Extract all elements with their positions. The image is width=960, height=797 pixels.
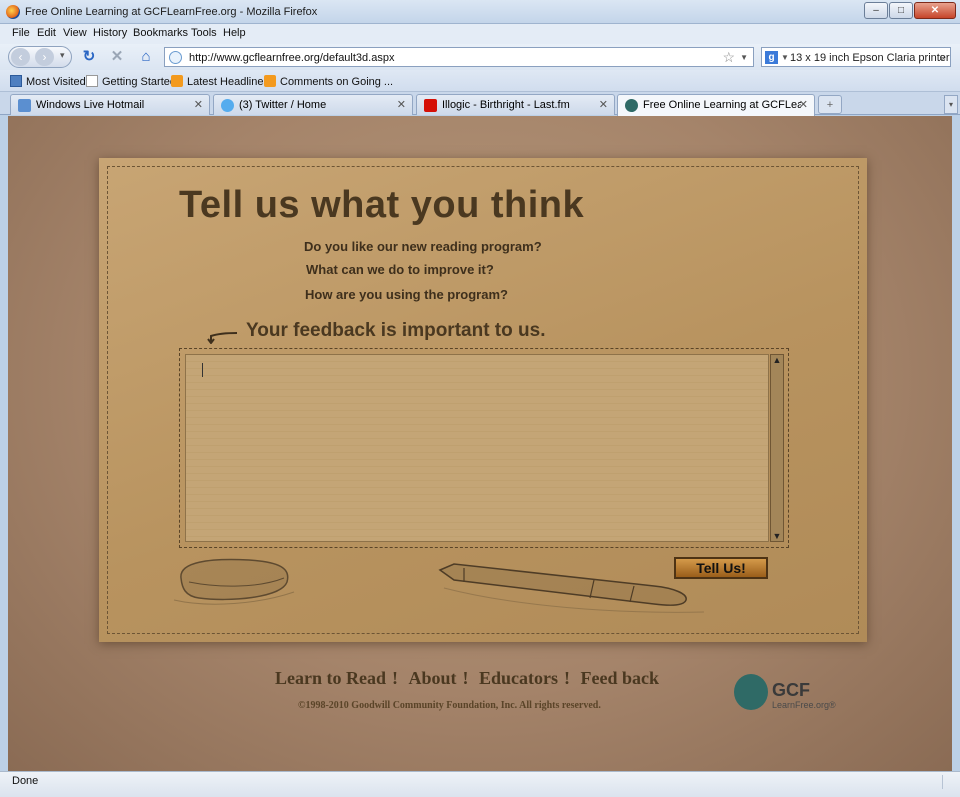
menu-file[interactable]: File	[12, 27, 30, 39]
gcf-icon	[625, 99, 638, 112]
most-visited-icon	[10, 75, 22, 87]
firefox-icon	[6, 5, 20, 19]
tab-close-icon[interactable]: ✕	[194, 98, 203, 111]
footer-link-learn-to-read[interactable]: Learn to Read	[275, 668, 386, 689]
logo-subtitle: LearnFree.org®	[772, 700, 836, 710]
bookmark-label: Latest Headlines	[187, 76, 269, 88]
gcf-logo[interactable]: GCF LearnFree.org®	[734, 672, 844, 716]
bookmark-label: Getting Started	[102, 76, 176, 88]
footer-link-about[interactable]: About	[409, 668, 457, 689]
bookmarks-toolbar: Most Visited Getting Started Latest Head…	[0, 70, 960, 92]
tab-twitter[interactable]: (3) Twitter / Home ✕	[213, 94, 413, 115]
scroll-up-icon[interactable]: ▲	[772, 355, 782, 365]
search-engine-dropdown-icon[interactable]: ▼	[781, 53, 789, 62]
url-bar[interactable]: http://www.gcflearnfree.org/default3d.as…	[164, 47, 754, 67]
window-title: Free Online Learning at GCFLearnFree.org…	[25, 6, 318, 18]
menu-bookmarks[interactable]: Bookmarks	[133, 27, 188, 39]
search-input[interactable]: 13 x 19 inch Epson Claria printer	[790, 52, 950, 64]
footer-link-feedback[interactable]: Feed back	[581, 668, 660, 689]
tab-label: (3) Twitter / Home	[239, 99, 327, 111]
tab-gcf[interactable]: Free Online Learning at GCFLearn... ✕	[617, 94, 815, 116]
page-icon	[86, 75, 98, 87]
eraser-sketch-icon	[173, 558, 295, 605]
footer-link-educators[interactable]: Educators	[479, 668, 558, 689]
tab-strip: Windows Live Hotmail ✕ (3) Twitter / Hom…	[0, 92, 960, 116]
search-icon[interactable]: ⌕	[939, 49, 946, 65]
tab-close-icon[interactable]: ✕	[599, 98, 608, 111]
status-bar: Done	[0, 771, 960, 797]
question-3: How are you using the program?	[305, 287, 508, 302]
footer-separator: !	[462, 668, 469, 688]
menu-bar: File Edit View History Bookmarks Tools H…	[0, 24, 960, 44]
hotmail-icon	[18, 99, 31, 112]
url-text[interactable]: http://www.gcflearnfree.org/default3d.as…	[189, 52, 394, 64]
question-1: Do you like our new reading program?	[304, 239, 542, 254]
footer-separator: !	[392, 668, 398, 688]
feedback-title: Your feedback is important to us.	[246, 320, 546, 341]
tab-close-icon[interactable]: ✕	[799, 98, 808, 111]
search-bar[interactable]: g ▼ 13 x 19 inch Epson Claria printer ⌕	[761, 47, 951, 67]
feedback-card: Tell us what you think Do you like our n…	[99, 158, 867, 642]
status-text: Done	[12, 775, 39, 787]
copyright: ©1998-2010 Goodwill Community Foundation…	[298, 700, 601, 711]
rss-icon	[171, 75, 183, 87]
url-dropdown-icon[interactable]: ▼	[740, 53, 748, 62]
tab-label: Free Online Learning at GCFLearn...	[643, 99, 801, 111]
menu-view[interactable]: View	[63, 27, 87, 39]
pen-sketch-icon	[438, 563, 705, 613]
lastfm-icon	[424, 99, 437, 112]
scroll-down-icon[interactable]: ▼	[772, 531, 782, 541]
tab-label: Windows Live Hotmail	[36, 99, 145, 111]
site-identity-icon[interactable]	[169, 51, 182, 64]
back-button[interactable]: ‹	[11, 48, 30, 66]
bookmark-star-icon[interactable]: ☆	[722, 49, 735, 66]
history-dropdown-icon[interactable]: ▾	[60, 50, 65, 61]
tab-hotmail[interactable]: Windows Live Hotmail ✕	[10, 94, 210, 115]
home-icon[interactable]: ⌂	[136, 47, 156, 67]
gcf-logo-icon	[734, 674, 768, 710]
twitter-icon	[221, 99, 234, 112]
footer-separator: !	[564, 668, 571, 688]
feedback-scrollbar[interactable]: ▲ ▼	[770, 354, 784, 542]
feedback-textarea[interactable]	[185, 354, 769, 542]
rss-icon	[264, 75, 276, 87]
window-titlebar: Free Online Learning at GCFLearnFree.org…	[0, 0, 960, 24]
tab-close-icon[interactable]: ✕	[397, 98, 406, 111]
arrow-icon	[207, 332, 238, 344]
reload-icon[interactable]: ↻	[79, 47, 99, 67]
menu-edit[interactable]: Edit	[37, 27, 56, 39]
close-button[interactable]: ✕	[914, 2, 956, 19]
bookmark-comments[interactable]: Comments on Going ...	[264, 75, 393, 88]
back-forward-group: ‹ › ▾	[8, 46, 72, 68]
bookmark-most-visited[interactable]: Most Visited	[10, 75, 86, 88]
page-title: Tell us what you think	[179, 184, 585, 226]
window-controls: – □ ✕	[864, 2, 956, 19]
minimize-button[interactable]: –	[864, 2, 888, 19]
bookmark-label: Most Visited	[26, 76, 86, 88]
stop-icon[interactable]: ✕	[107, 47, 127, 67]
google-icon[interactable]: g	[765, 51, 778, 64]
bookmark-getting-started[interactable]: Getting Started	[86, 75, 176, 88]
menu-tools[interactable]: Tools	[191, 27, 217, 39]
tab-label: Illogic - Birthright - Last.fm	[442, 99, 570, 111]
feedback-field-frame: ▲ ▼	[179, 348, 789, 548]
forward-button[interactable]: ›	[35, 48, 54, 66]
navigation-toolbar: ‹ › ▾ ↻ ✕ ⌂ http://www.gcflearnfree.org/…	[0, 44, 960, 70]
bookmark-label: Comments on Going ...	[280, 76, 394, 88]
tab-lastfm[interactable]: Illogic - Birthright - Last.fm ✕	[416, 94, 615, 115]
menu-history[interactable]: History	[93, 27, 127, 39]
new-tab-button[interactable]: +	[818, 95, 842, 114]
footer-nav: Learn to Read! About! Educators! Feed ba…	[275, 668, 665, 689]
text-caret	[202, 363, 203, 377]
bookmark-latest-headlines[interactable]: Latest Headlines	[171, 75, 269, 88]
logo-name: GCF	[772, 680, 810, 700]
maximize-button[interactable]: □	[889, 2, 913, 19]
page-content: Tell us what you think Do you like our n…	[8, 116, 952, 771]
menu-help[interactable]: Help	[223, 27, 246, 39]
tab-list-button[interactable]: ▾	[944, 95, 958, 114]
resize-grip-icon[interactable]	[942, 775, 952, 789]
question-2: What can we do to improve it?	[306, 262, 494, 277]
